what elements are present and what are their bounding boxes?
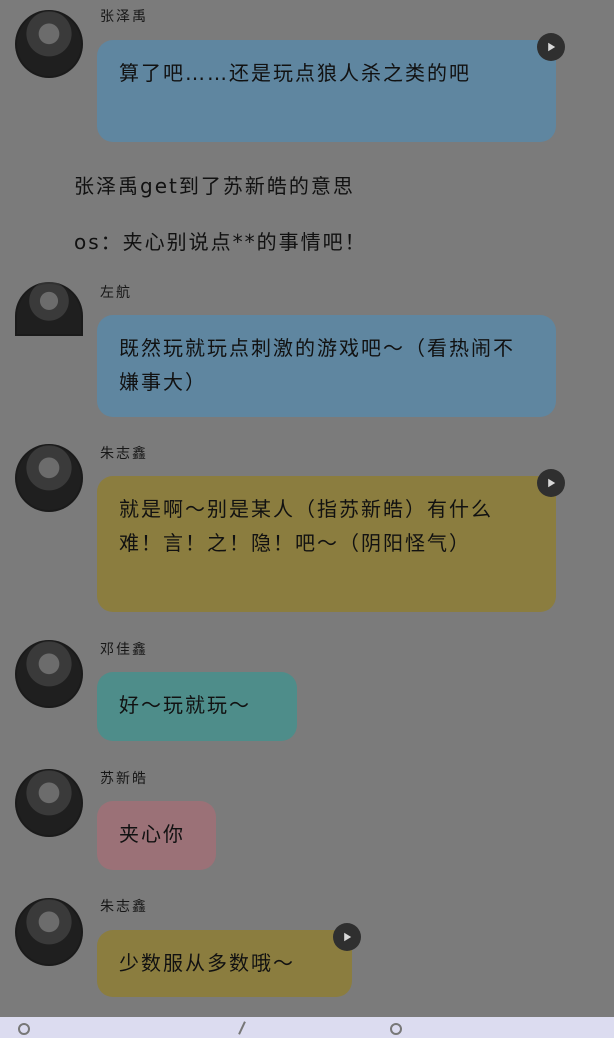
bottom-input-bar <box>0 1017 614 1038</box>
sender-name: 左航 <box>100 285 132 301</box>
play-icon <box>344 932 352 942</box>
chat-screen: 张泽禹 算了吧……还是玩点狼人杀之类的吧 张泽禹get到了苏新皓的意思 os：夹… <box>0 0 614 1038</box>
sender-name: 张泽禹 <box>100 9 148 25</box>
message-text: 既然玩就玩点刺激的游戏吧～（看热闹不嫌事大） <box>119 336 515 394</box>
avatar[interactable] <box>15 898 83 966</box>
narration-line: 张泽禹get到了苏新皓的意思 <box>74 174 355 198</box>
sender-name: 邓佳鑫 <box>100 642 148 658</box>
message-text: 好～玩就玩～ <box>119 693 251 717</box>
play-button[interactable] <box>333 923 361 951</box>
message-bubble[interactable]: 就是啊～别是某人（指苏新皓）有什么难！言！之！隐！吧～（阴阳怪气） <box>97 476 556 612</box>
emoji-icon[interactable] <box>18 1023 30 1035</box>
play-button[interactable] <box>537 469 565 497</box>
play-icon <box>548 478 556 488</box>
record-icon[interactable] <box>390 1023 402 1035</box>
message-text: 就是啊～别是某人（指苏新皓）有什么难！言！之！隐！吧～（阴阳怪气） <box>119 497 493 555</box>
message-bubble[interactable]: 既然玩就玩点刺激的游戏吧～（看热闹不嫌事大） <box>97 315 556 417</box>
message-text: 算了吧……还是玩点狼人杀之类的吧 <box>119 61 471 85</box>
avatar[interactable] <box>15 769 83 837</box>
avatar[interactable] <box>15 10 83 78</box>
play-icon <box>548 42 556 52</box>
play-button[interactable] <box>537 33 565 61</box>
message-bubble[interactable]: 好～玩就玩～ <box>97 672 297 741</box>
sender-name: 苏新皓 <box>100 771 148 787</box>
message-text: 少数服从多数哦～ <box>119 951 295 975</box>
message-bubble[interactable]: 算了吧……还是玩点狼人杀之类的吧 <box>97 40 556 142</box>
edit-icon[interactable] <box>238 1021 246 1035</box>
avatar[interactable] <box>15 640 83 708</box>
sender-name: 朱志鑫 <box>100 446 148 462</box>
message-text: 夹心你 <box>119 822 185 846</box>
message-bubble[interactable]: 夹心你 <box>97 801 216 870</box>
narration-line: os：夹心别说点**的事情吧！ <box>74 230 367 254</box>
avatar[interactable] <box>15 444 83 512</box>
message-bubble[interactable]: 少数服从多数哦～ <box>97 930 352 997</box>
avatar[interactable] <box>15 282 83 336</box>
sender-name: 朱志鑫 <box>100 899 148 915</box>
